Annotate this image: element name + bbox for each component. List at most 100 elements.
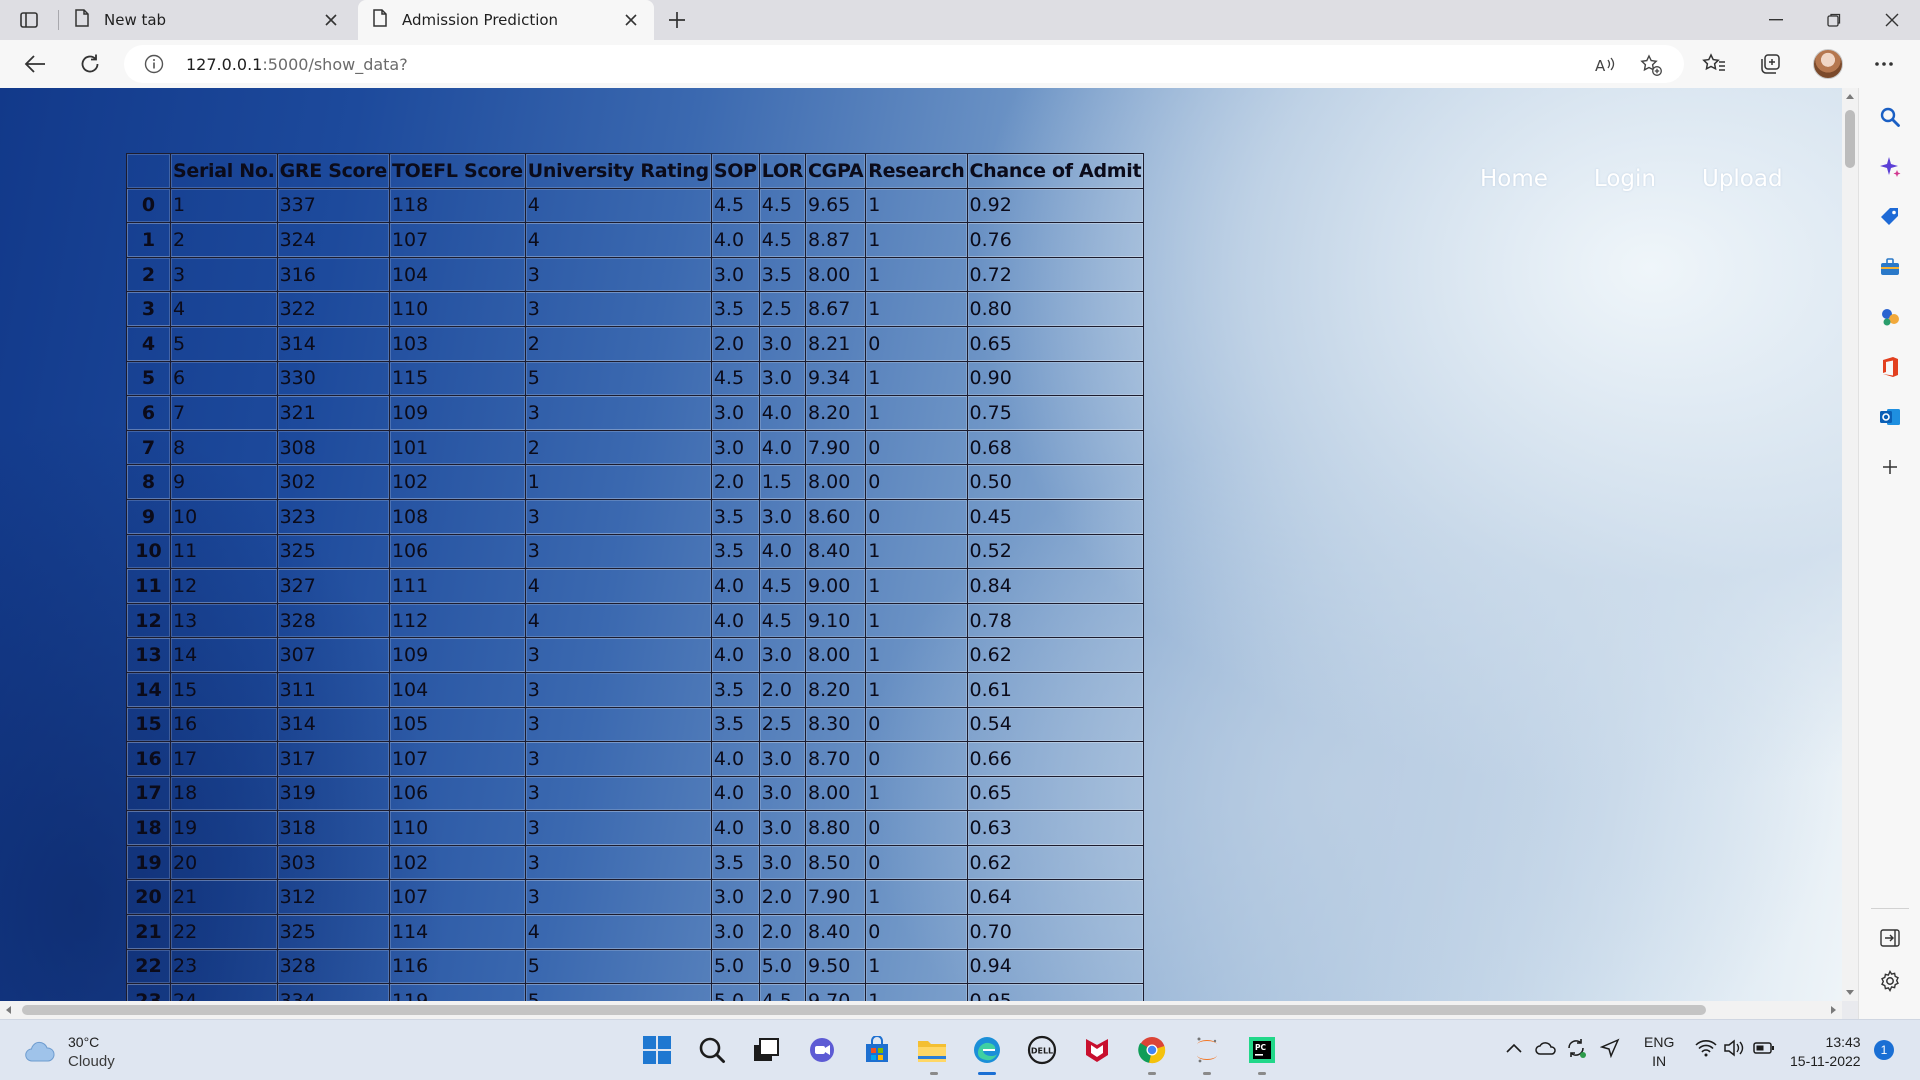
address-bar[interactable]: 127.0.0.1:5000/show_data? A xyxy=(124,45,1684,83)
games-icon[interactable] xyxy=(1878,305,1902,329)
table-cell: 116 xyxy=(388,948,526,985)
collections-button[interactable] xyxy=(1756,50,1784,78)
tab-actions-icon[interactable] xyxy=(14,8,44,32)
table-cell: 1 xyxy=(865,222,968,258)
edge-browser-icon[interactable] xyxy=(970,1033,1004,1067)
table-cell: 2 xyxy=(170,222,278,258)
battery-icon[interactable] xyxy=(1752,1036,1776,1060)
scroll-up-icon[interactable] xyxy=(1846,94,1854,99)
scroll-down-icon[interactable] xyxy=(1846,990,1854,995)
microsoft-store-icon[interactable] xyxy=(860,1033,894,1067)
search-icon[interactable] xyxy=(695,1033,729,1067)
vertical-scrollbar[interactable] xyxy=(1842,88,1858,1001)
nav-login-link[interactable]: Login xyxy=(1594,166,1656,192)
column-header: Chance of Admit xyxy=(966,153,1145,189)
table-cell: 4.5 xyxy=(758,568,807,604)
search-icon[interactable] xyxy=(1878,105,1902,129)
back-button[interactable] xyxy=(21,50,49,78)
table-cell: 4.0 xyxy=(710,775,760,812)
page-icon xyxy=(74,9,90,31)
mcafee-icon[interactable] xyxy=(1080,1033,1114,1067)
tab-title: Admission Prediction xyxy=(402,11,559,29)
refresh-button[interactable] xyxy=(76,50,104,78)
jupyter-icon[interactable] xyxy=(1190,1033,1224,1067)
favorites-button[interactable] xyxy=(1700,50,1728,78)
table-cell: 2.0 xyxy=(758,914,807,950)
tools-icon[interactable] xyxy=(1878,255,1902,279)
vertical-scroll-thumb[interactable] xyxy=(1845,110,1855,168)
table-cell: 4.0 xyxy=(710,602,760,639)
url-path: :5000/show_data? xyxy=(262,55,408,74)
outlook-icon[interactable] xyxy=(1878,405,1902,429)
volume-icon[interactable] xyxy=(1722,1036,1746,1060)
table-cell: 8.50 xyxy=(804,844,867,881)
scroll-left-icon[interactable] xyxy=(6,1006,11,1014)
running-indicator xyxy=(1148,1072,1156,1075)
weather-temp: 30°C xyxy=(68,1034,100,1050)
minimize-button[interactable] xyxy=(1764,8,1788,32)
row-index: 20 xyxy=(126,879,171,916)
clock-date: 15-11-2022 xyxy=(1790,1053,1861,1069)
table-cell: 10 xyxy=(170,498,278,535)
chevron-up-icon[interactable] xyxy=(1502,1036,1526,1060)
close-window-button[interactable] xyxy=(1880,8,1904,32)
table-cell: 325 xyxy=(276,914,390,950)
close-icon[interactable] xyxy=(322,11,340,29)
table-cell: 0.62 xyxy=(966,637,1145,673)
notification-badge[interactable]: 1 xyxy=(1874,1040,1894,1060)
nav-home-link[interactable]: Home xyxy=(1480,166,1548,192)
table-cell: 318 xyxy=(276,810,390,846)
scroll-right-icon[interactable] xyxy=(1831,1006,1836,1014)
table-cell: 3.0 xyxy=(710,879,760,916)
close-icon[interactable] xyxy=(622,11,640,29)
table-cell: 0 xyxy=(865,914,968,950)
table-cell: 9.10 xyxy=(804,602,867,639)
table-cell: 3 xyxy=(524,810,712,846)
horizontal-scrollbar[interactable] xyxy=(0,1001,1842,1019)
table-row: 2 3 316 104 3 3.0 3.5 8.00 1 0.72 xyxy=(126,256,1145,293)
shopping-tag-icon[interactable] xyxy=(1878,205,1902,229)
table-cell: 111 xyxy=(388,568,526,604)
pycharm-icon[interactable]: PC xyxy=(1245,1033,1279,1067)
minimize-icon xyxy=(1769,19,1783,21)
settings-gear-icon[interactable] xyxy=(1878,969,1902,993)
horizontal-scroll-thumb[interactable] xyxy=(22,1005,1706,1015)
sparkle-icon[interactable] xyxy=(1878,155,1902,179)
chrome-icon[interactable] xyxy=(1135,1033,1169,1067)
table-cell: 0.65 xyxy=(966,775,1145,812)
system-clock[interactable]: 13:43 15-11-2022 xyxy=(1790,1033,1861,1071)
windows-start-icon[interactable] xyxy=(640,1033,674,1067)
add-icon[interactable] xyxy=(1878,455,1902,479)
table-cell: 4.5 xyxy=(758,187,807,224)
wifi-icon[interactable] xyxy=(1694,1036,1718,1060)
file-explorer-icon[interactable] xyxy=(915,1033,949,1067)
weather-widget[interactable]: 30°C Cloudy xyxy=(24,1032,115,1072)
office-icon[interactable] xyxy=(1878,355,1902,379)
task-view-icon[interactable] xyxy=(749,1033,783,1067)
restore-button[interactable] xyxy=(1822,8,1846,32)
url-text[interactable]: 127.0.0.1:5000/show_data? xyxy=(186,55,408,74)
dell-icon[interactable]: DELL xyxy=(1025,1033,1059,1067)
info-icon[interactable] xyxy=(144,54,164,74)
tab-admission-prediction[interactable]: Admission Prediction xyxy=(358,0,654,40)
onedrive-cloud-icon[interactable] xyxy=(1534,1036,1558,1060)
table-cell: 314 xyxy=(276,325,390,362)
row-index: 10 xyxy=(126,533,171,570)
sync-icon[interactable] xyxy=(1564,1036,1588,1060)
profile-avatar[interactable] xyxy=(1813,49,1843,79)
location-arrow-icon[interactable] xyxy=(1598,1036,1622,1060)
table-cell: 4.5 xyxy=(710,360,760,397)
hide-sidebar-icon[interactable] xyxy=(1878,926,1902,950)
table-cell: 5 xyxy=(524,983,712,1001)
table-cell: 3 xyxy=(524,498,712,535)
tab-new-tab[interactable]: New tab xyxy=(62,0,354,40)
table-cell: 109 xyxy=(388,637,526,673)
read-aloud-icon[interactable]: A xyxy=(1594,54,1616,76)
teams-chat-icon[interactable] xyxy=(805,1033,839,1067)
nav-upload-link[interactable]: Upload xyxy=(1702,166,1783,192)
star-plus-icon[interactable] xyxy=(1640,54,1662,76)
more-button[interactable] xyxy=(1870,50,1898,78)
table-cell: 3 xyxy=(170,256,278,293)
new-tab-button[interactable] xyxy=(665,8,689,32)
language-indicator[interactable]: ENG IN xyxy=(1644,1033,1674,1071)
